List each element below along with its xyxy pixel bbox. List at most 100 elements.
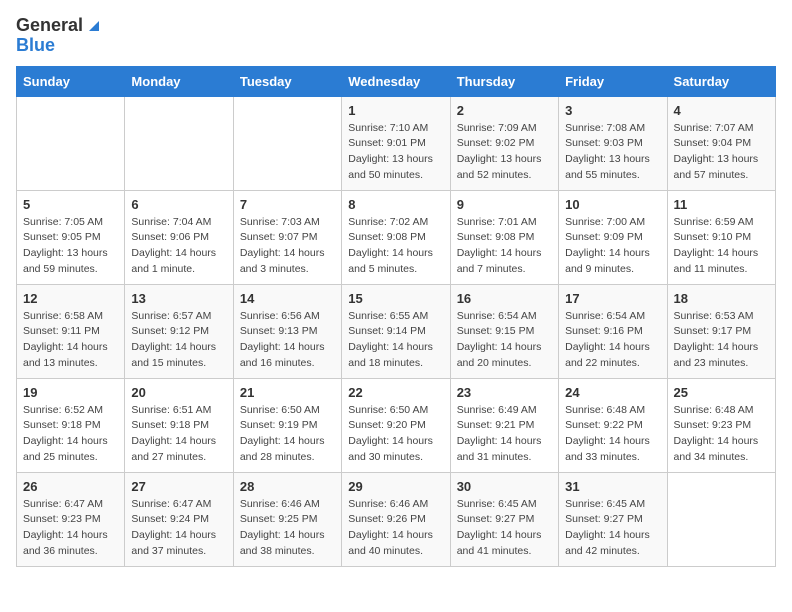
day-info: Sunrise: 7:00 AMSunset: 9:09 PMDaylight:…: [565, 215, 660, 278]
day-info: Sunrise: 6:48 AMSunset: 9:23 PMDaylight:…: [674, 403, 769, 466]
logo-blue: Blue: [16, 35, 55, 55]
weekday-header: Wednesday: [342, 66, 450, 96]
calendar-cell: [233, 96, 341, 190]
day-info: Sunrise: 7:10 AMSunset: 9:01 PMDaylight:…: [348, 121, 443, 184]
day-info: Sunrise: 6:48 AMSunset: 9:22 PMDaylight:…: [565, 403, 660, 466]
calendar-week-row: 26 Sunrise: 6:47 AMSunset: 9:23 PMDayligh…: [17, 472, 776, 566]
day-number: 13: [131, 291, 226, 306]
calendar-cell: 24 Sunrise: 6:48 AMSunset: 9:22 PMDayligh…: [559, 378, 667, 472]
weekday-header: Friday: [559, 66, 667, 96]
day-number: 9: [457, 197, 552, 212]
calendar-cell: 9 Sunrise: 7:01 AMSunset: 9:08 PMDaylight…: [450, 190, 558, 284]
weekday-header: Thursday: [450, 66, 558, 96]
day-info: Sunrise: 6:56 AMSunset: 9:13 PMDaylight:…: [240, 309, 335, 372]
calendar-cell: 7 Sunrise: 7:03 AMSunset: 9:07 PMDaylight…: [233, 190, 341, 284]
calendar-cell: 10 Sunrise: 7:00 AMSunset: 9:09 PMDayligh…: [559, 190, 667, 284]
calendar-cell: 13 Sunrise: 6:57 AMSunset: 9:12 PMDayligh…: [125, 284, 233, 378]
day-number: 17: [565, 291, 660, 306]
day-number: 28: [240, 479, 335, 494]
day-number: 2: [457, 103, 552, 118]
calendar-cell: 22 Sunrise: 6:50 AMSunset: 9:20 PMDayligh…: [342, 378, 450, 472]
calendar-cell: 23 Sunrise: 6:49 AMSunset: 9:21 PMDayligh…: [450, 378, 558, 472]
day-number: 25: [674, 385, 769, 400]
calendar-cell: 18Sunrise: 6:53 AMSunset: 9:17 PMDayligh…: [667, 284, 775, 378]
weekday-header: Sunday: [17, 66, 125, 96]
day-number: 26: [23, 479, 118, 494]
day-info: Sunrise: 6:47 AMSunset: 9:24 PMDaylight:…: [131, 497, 226, 560]
calendar-cell: 3 Sunrise: 7:08 AMSunset: 9:03 PMDaylight…: [559, 96, 667, 190]
day-number: 7: [240, 197, 335, 212]
day-number: 8: [348, 197, 443, 212]
day-number: 27: [131, 479, 226, 494]
calendar-cell: 8 Sunrise: 7:02 AMSunset: 9:08 PMDaylight…: [342, 190, 450, 284]
day-info: Sunrise: 6:57 AMSunset: 9:12 PMDaylight:…: [131, 309, 226, 372]
calendar: SundayMondayTuesdayWednesdayThursdayFrid…: [16, 66, 776, 567]
calendar-week-row: 12Sunrise: 6:58 AMSunset: 9:11 PMDayligh…: [17, 284, 776, 378]
weekday-header: Saturday: [667, 66, 775, 96]
calendar-cell: 21Sunrise: 6:50 AMSunset: 9:19 PMDayligh…: [233, 378, 341, 472]
day-number: 19: [23, 385, 118, 400]
day-info: Sunrise: 7:04 AMSunset: 9:06 PMDaylight:…: [131, 215, 226, 278]
day-number: 30: [457, 479, 552, 494]
day-info: Sunrise: 6:53 AMSunset: 9:17 PMDaylight:…: [674, 309, 769, 372]
day-number: 1: [348, 103, 443, 118]
day-info: Sunrise: 7:01 AMSunset: 9:08 PMDaylight:…: [457, 215, 552, 278]
day-info: Sunrise: 6:46 AMSunset: 9:26 PMDaylight:…: [348, 497, 443, 560]
day-info: Sunrise: 7:09 AMSunset: 9:02 PMDaylight:…: [457, 121, 552, 184]
day-info: Sunrise: 7:05 AMSunset: 9:05 PMDaylight:…: [23, 215, 118, 278]
calendar-cell: [17, 96, 125, 190]
day-info: Sunrise: 6:54 AMSunset: 9:15 PMDaylight:…: [457, 309, 552, 372]
day-info: Sunrise: 6:58 AMSunset: 9:11 PMDaylight:…: [23, 309, 118, 372]
calendar-cell: [125, 96, 233, 190]
day-info: Sunrise: 6:52 AMSunset: 9:18 PMDaylight:…: [23, 403, 118, 466]
day-info: Sunrise: 6:54 AMSunset: 9:16 PMDaylight:…: [565, 309, 660, 372]
day-number: 31: [565, 479, 660, 494]
day-info: Sunrise: 6:51 AMSunset: 9:18 PMDaylight:…: [131, 403, 226, 466]
calendar-week-row: 5Sunrise: 7:05 AMSunset: 9:05 PMDaylight…: [17, 190, 776, 284]
day-info: Sunrise: 6:50 AMSunset: 9:19 PMDaylight:…: [240, 403, 335, 466]
calendar-cell: 17 Sunrise: 6:54 AMSunset: 9:16 PMDayligh…: [559, 284, 667, 378]
day-info: Sunrise: 7:02 AMSunset: 9:08 PMDaylight:…: [348, 215, 443, 278]
weekday-header-row: SundayMondayTuesdayWednesdayThursdayFrid…: [17, 66, 776, 96]
calendar-cell: 6 Sunrise: 7:04 AMSunset: 9:06 PMDaylight…: [125, 190, 233, 284]
day-number: 16: [457, 291, 552, 306]
day-number: 3: [565, 103, 660, 118]
calendar-cell: [667, 472, 775, 566]
day-info: Sunrise: 7:03 AMSunset: 9:07 PMDaylight:…: [240, 215, 335, 278]
header: General Blue: [16, 16, 776, 56]
day-info: Sunrise: 6:47 AMSunset: 9:23 PMDaylight:…: [23, 497, 118, 560]
day-number: 11: [674, 197, 769, 212]
day-number: 22: [348, 385, 443, 400]
calendar-cell: 4Sunrise: 7:07 AMSunset: 9:04 PMDaylight…: [667, 96, 775, 190]
logo: General Blue: [16, 16, 103, 56]
day-number: 29: [348, 479, 443, 494]
calendar-cell: 28 Sunrise: 6:46 AMSunset: 9:25 PMDayligh…: [233, 472, 341, 566]
day-number: 20: [131, 385, 226, 400]
calendar-cell: 5Sunrise: 7:05 AMSunset: 9:05 PMDaylight…: [17, 190, 125, 284]
day-number: 24: [565, 385, 660, 400]
calendar-cell: 27 Sunrise: 6:47 AMSunset: 9:24 PMDayligh…: [125, 472, 233, 566]
calendar-cell: 25 Sunrise: 6:48 AMSunset: 9:23 PMDayligh…: [667, 378, 775, 472]
day-info: Sunrise: 6:46 AMSunset: 9:25 PMDaylight:…: [240, 497, 335, 560]
calendar-week-row: 1 Sunrise: 7:10 AMSunset: 9:01 PMDaylight…: [17, 96, 776, 190]
day-info: Sunrise: 6:50 AMSunset: 9:20 PMDaylight:…: [348, 403, 443, 466]
calendar-week-row: 19 Sunrise: 6:52 AMSunset: 9:18 PMDayligh…: [17, 378, 776, 472]
calendar-cell: 19 Sunrise: 6:52 AMSunset: 9:18 PMDayligh…: [17, 378, 125, 472]
calendar-cell: 12Sunrise: 6:58 AMSunset: 9:11 PMDayligh…: [17, 284, 125, 378]
day-info: Sunrise: 7:08 AMSunset: 9:03 PMDaylight:…: [565, 121, 660, 184]
day-info: Sunrise: 6:59 AMSunset: 9:10 PMDaylight:…: [674, 215, 769, 278]
calendar-cell: 2 Sunrise: 7:09 AMSunset: 9:02 PMDaylight…: [450, 96, 558, 190]
day-info: Sunrise: 6:49 AMSunset: 9:21 PMDaylight:…: [457, 403, 552, 466]
calendar-cell: 15Sunrise: 6:55 AMSunset: 9:14 PMDayligh…: [342, 284, 450, 378]
day-number: 23: [457, 385, 552, 400]
logo-general: General: [16, 16, 83, 36]
day-number: 10: [565, 197, 660, 212]
calendar-cell: 20 Sunrise: 6:51 AMSunset: 9:18 PMDayligh…: [125, 378, 233, 472]
calendar-cell: 1 Sunrise: 7:10 AMSunset: 9:01 PMDaylight…: [342, 96, 450, 190]
day-number: 6: [131, 197, 226, 212]
calendar-cell: 30Sunrise: 6:45 AMSunset: 9:27 PMDayligh…: [450, 472, 558, 566]
logo-triangle-icon: [85, 17, 103, 35]
calendar-cell: 31Sunrise: 6:45 AMSunset: 9:27 PMDayligh…: [559, 472, 667, 566]
calendar-cell: 29 Sunrise: 6:46 AMSunset: 9:26 PMDayligh…: [342, 472, 450, 566]
day-info: Sunrise: 6:55 AMSunset: 9:14 PMDaylight:…: [348, 309, 443, 372]
